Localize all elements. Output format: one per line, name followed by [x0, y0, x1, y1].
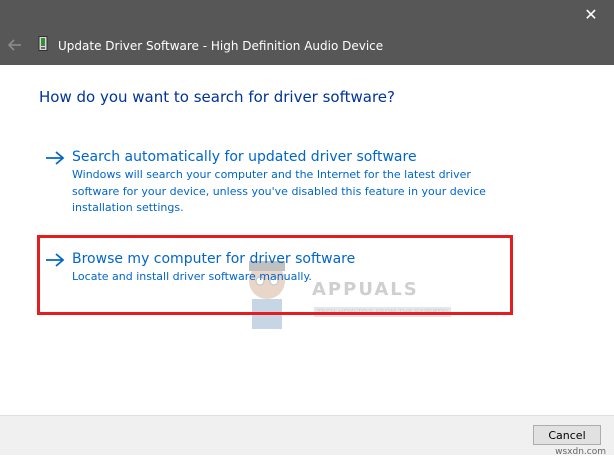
window-title: Update Driver Software - High Definition… [58, 39, 384, 53]
site-watermark: wsxdn.com [555, 447, 606, 457]
wizard-content: How do you want to search for driver sof… [0, 65, 614, 415]
cancel-button[interactable]: Cancel [533, 425, 601, 445]
page-question: How do you want to search for driver sof… [39, 88, 395, 106]
back-arrow-icon[interactable] [6, 36, 24, 54]
device-icon [38, 36, 48, 51]
window-titlebar: ✕ Update Driver Software - High Definiti… [0, 0, 614, 65]
option-title: Browse my computer for driver software [72, 251, 356, 267]
arrow-right-icon [46, 253, 65, 267]
option-title: Search automatically for updated driver … [72, 149, 417, 165]
option-description: Locate and install driver software manua… [72, 270, 312, 283]
close-button[interactable]: ✕ [576, 3, 606, 27]
dialog-footer: Cancel [0, 415, 614, 455]
arrow-right-icon [46, 151, 65, 165]
watermark-tagline: TECH HOW-TO'S FROM THE EXPERTS! [314, 307, 452, 317]
close-icon: ✕ [584, 5, 598, 24]
option-description: Windows will search your computer and th… [72, 168, 486, 214]
